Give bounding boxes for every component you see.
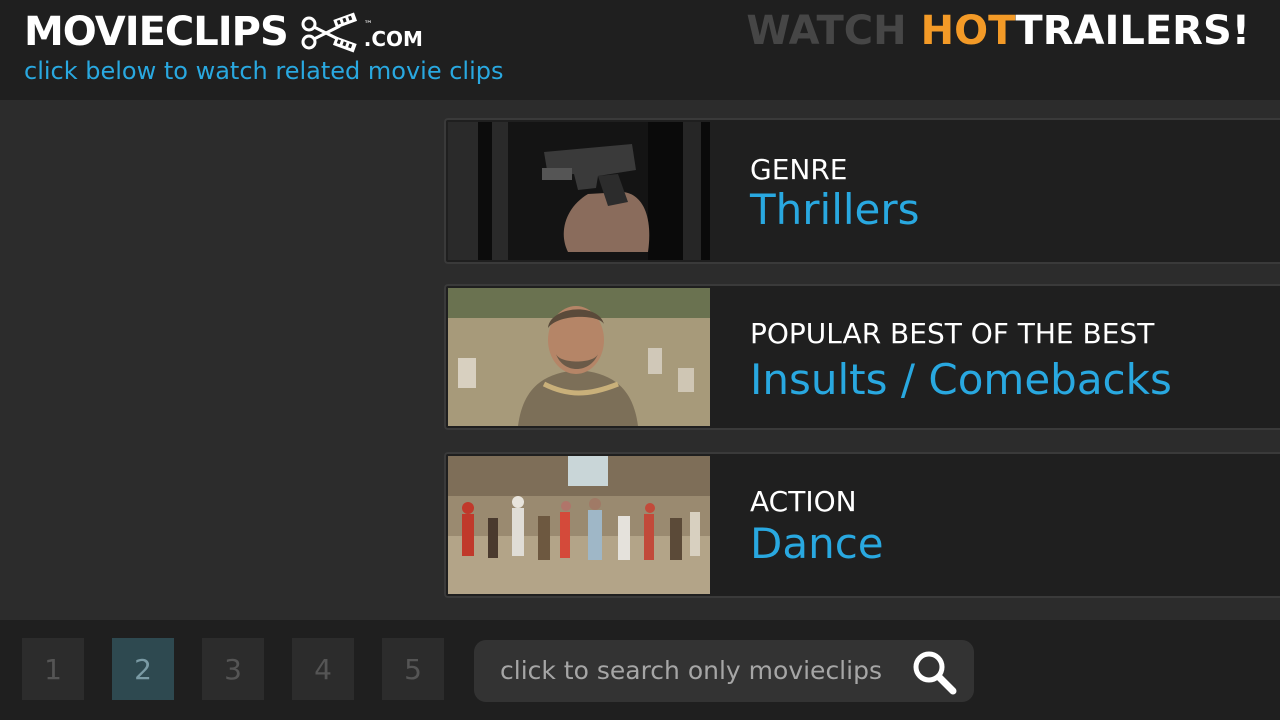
header-bar: MOVIECLIPS ™ .COM click below to watch r…: [0, 0, 1280, 100]
search-placeholder: click to search only movieclips: [500, 656, 882, 685]
page-button-1[interactable]: 1: [22, 638, 84, 700]
related-clip-card-thrillers[interactable]: GENRE Thrillers: [444, 118, 1280, 264]
related-clip-card-dance[interactable]: ACTION Dance: [444, 452, 1280, 598]
search-box[interactable]: click to search only movieclips: [474, 640, 974, 702]
card-category: POPULAR BEST OF THE BEST: [750, 317, 1155, 350]
related-clip-card-insults-comebacks[interactable]: POPULAR BEST OF THE BEST Insults / Comeb…: [444, 284, 1280, 430]
movieclips-logo[interactable]: MOVIECLIPS ™ .COM: [24, 10, 423, 54]
logo-tld: ™ .COM: [364, 20, 423, 54]
page-button-3[interactable]: 3: [202, 638, 264, 700]
card-title: Dance: [750, 519, 884, 568]
logo-wordmark: MOVIECLIPS: [24, 9, 289, 55]
crowd-dance-thumbnail: [448, 456, 710, 594]
tagline: click below to watch related movie clips: [24, 57, 504, 85]
card-title: Insults / Comebacks: [750, 355, 1172, 404]
gun-scene-thumbnail: [448, 122, 710, 260]
card-category: GENRE: [750, 153, 848, 186]
search-icon[interactable]: [910, 648, 958, 696]
trademark-mark: ™: [363, 20, 373, 30]
bottom-bar: 1 2 3 4 5 click to search only movieclip…: [0, 620, 1280, 720]
page-button-2[interactable]: 2: [112, 638, 174, 700]
scissors-film-icon: [301, 12, 357, 53]
card-category: ACTION: [750, 485, 857, 518]
watch-hot-trailers-link[interactable]: WATCH HOTTRAILERS!: [746, 8, 1250, 54]
promo-watch: WATCH: [746, 8, 907, 54]
western-man-thumbnail: [448, 288, 710, 426]
promo-trailers: TRAILERS!: [1015, 8, 1250, 54]
page-button-4[interactable]: 4: [292, 638, 354, 700]
page-button-5[interactable]: 5: [382, 638, 444, 700]
card-title: Thrillers: [750, 185, 920, 234]
promo-hot: HOT: [920, 8, 1016, 54]
